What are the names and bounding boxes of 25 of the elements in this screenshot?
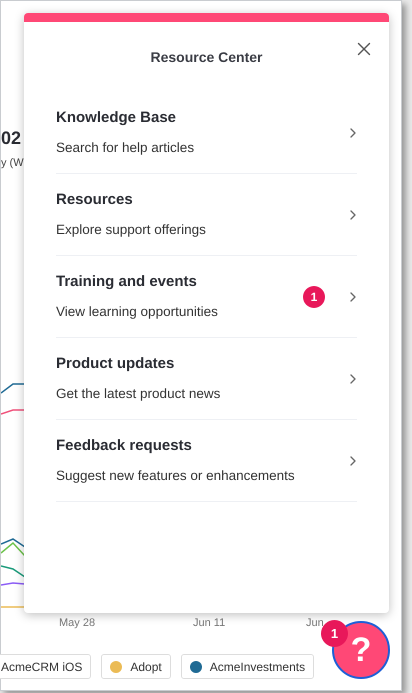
- item-subtitle: View learning opportunities: [56, 302, 219, 321]
- item-title: Feedback requests: [56, 436, 193, 456]
- metric-value: 02: [1, 129, 22, 147]
- notification-badge: 1: [303, 286, 325, 308]
- resource-item[interactable]: Product updates Get the latest product news: [56, 338, 357, 420]
- legend-chip[interactable]: Adopt: [101, 654, 171, 679]
- resource-item[interactable]: Training and events View learning opportunities 1: [56, 256, 357, 338]
- resource-item[interactable]: Feedback requests Suggest new features or enhancements: [56, 420, 357, 502]
- item-subtitle: Get the latest product news: [56, 384, 222, 403]
- item-title: Resources: [56, 190, 134, 210]
- item-title: Product updates: [56, 354, 176, 374]
- axis-label: Jun: [306, 616, 324, 631]
- panel-title: Resource Center: [150, 48, 263, 66]
- axis-label: May 28: [59, 616, 96, 631]
- item-title: Training and events: [56, 272, 198, 292]
- metric-caption: y (W: [1, 156, 25, 171]
- resource-item[interactable]: Knowledge Base Search for help articles: [56, 92, 357, 174]
- item-title: Knowledge Base: [56, 108, 178, 128]
- resource-item[interactable]: Resources Explore support offerings: [56, 174, 357, 256]
- item-subtitle: Search for help articles: [56, 138, 196, 157]
- axis-label: Jun 11: [193, 616, 226, 631]
- legend-chip[interactable]: AcmeCRM iOS: [0, 654, 92, 679]
- item-subtitle: Suggest new features or enhancements: [56, 466, 296, 485]
- legend-chip[interactable]: AcmeInvestments: [180, 654, 314, 679]
- item-subtitle: Explore support offerings: [56, 220, 207, 239]
